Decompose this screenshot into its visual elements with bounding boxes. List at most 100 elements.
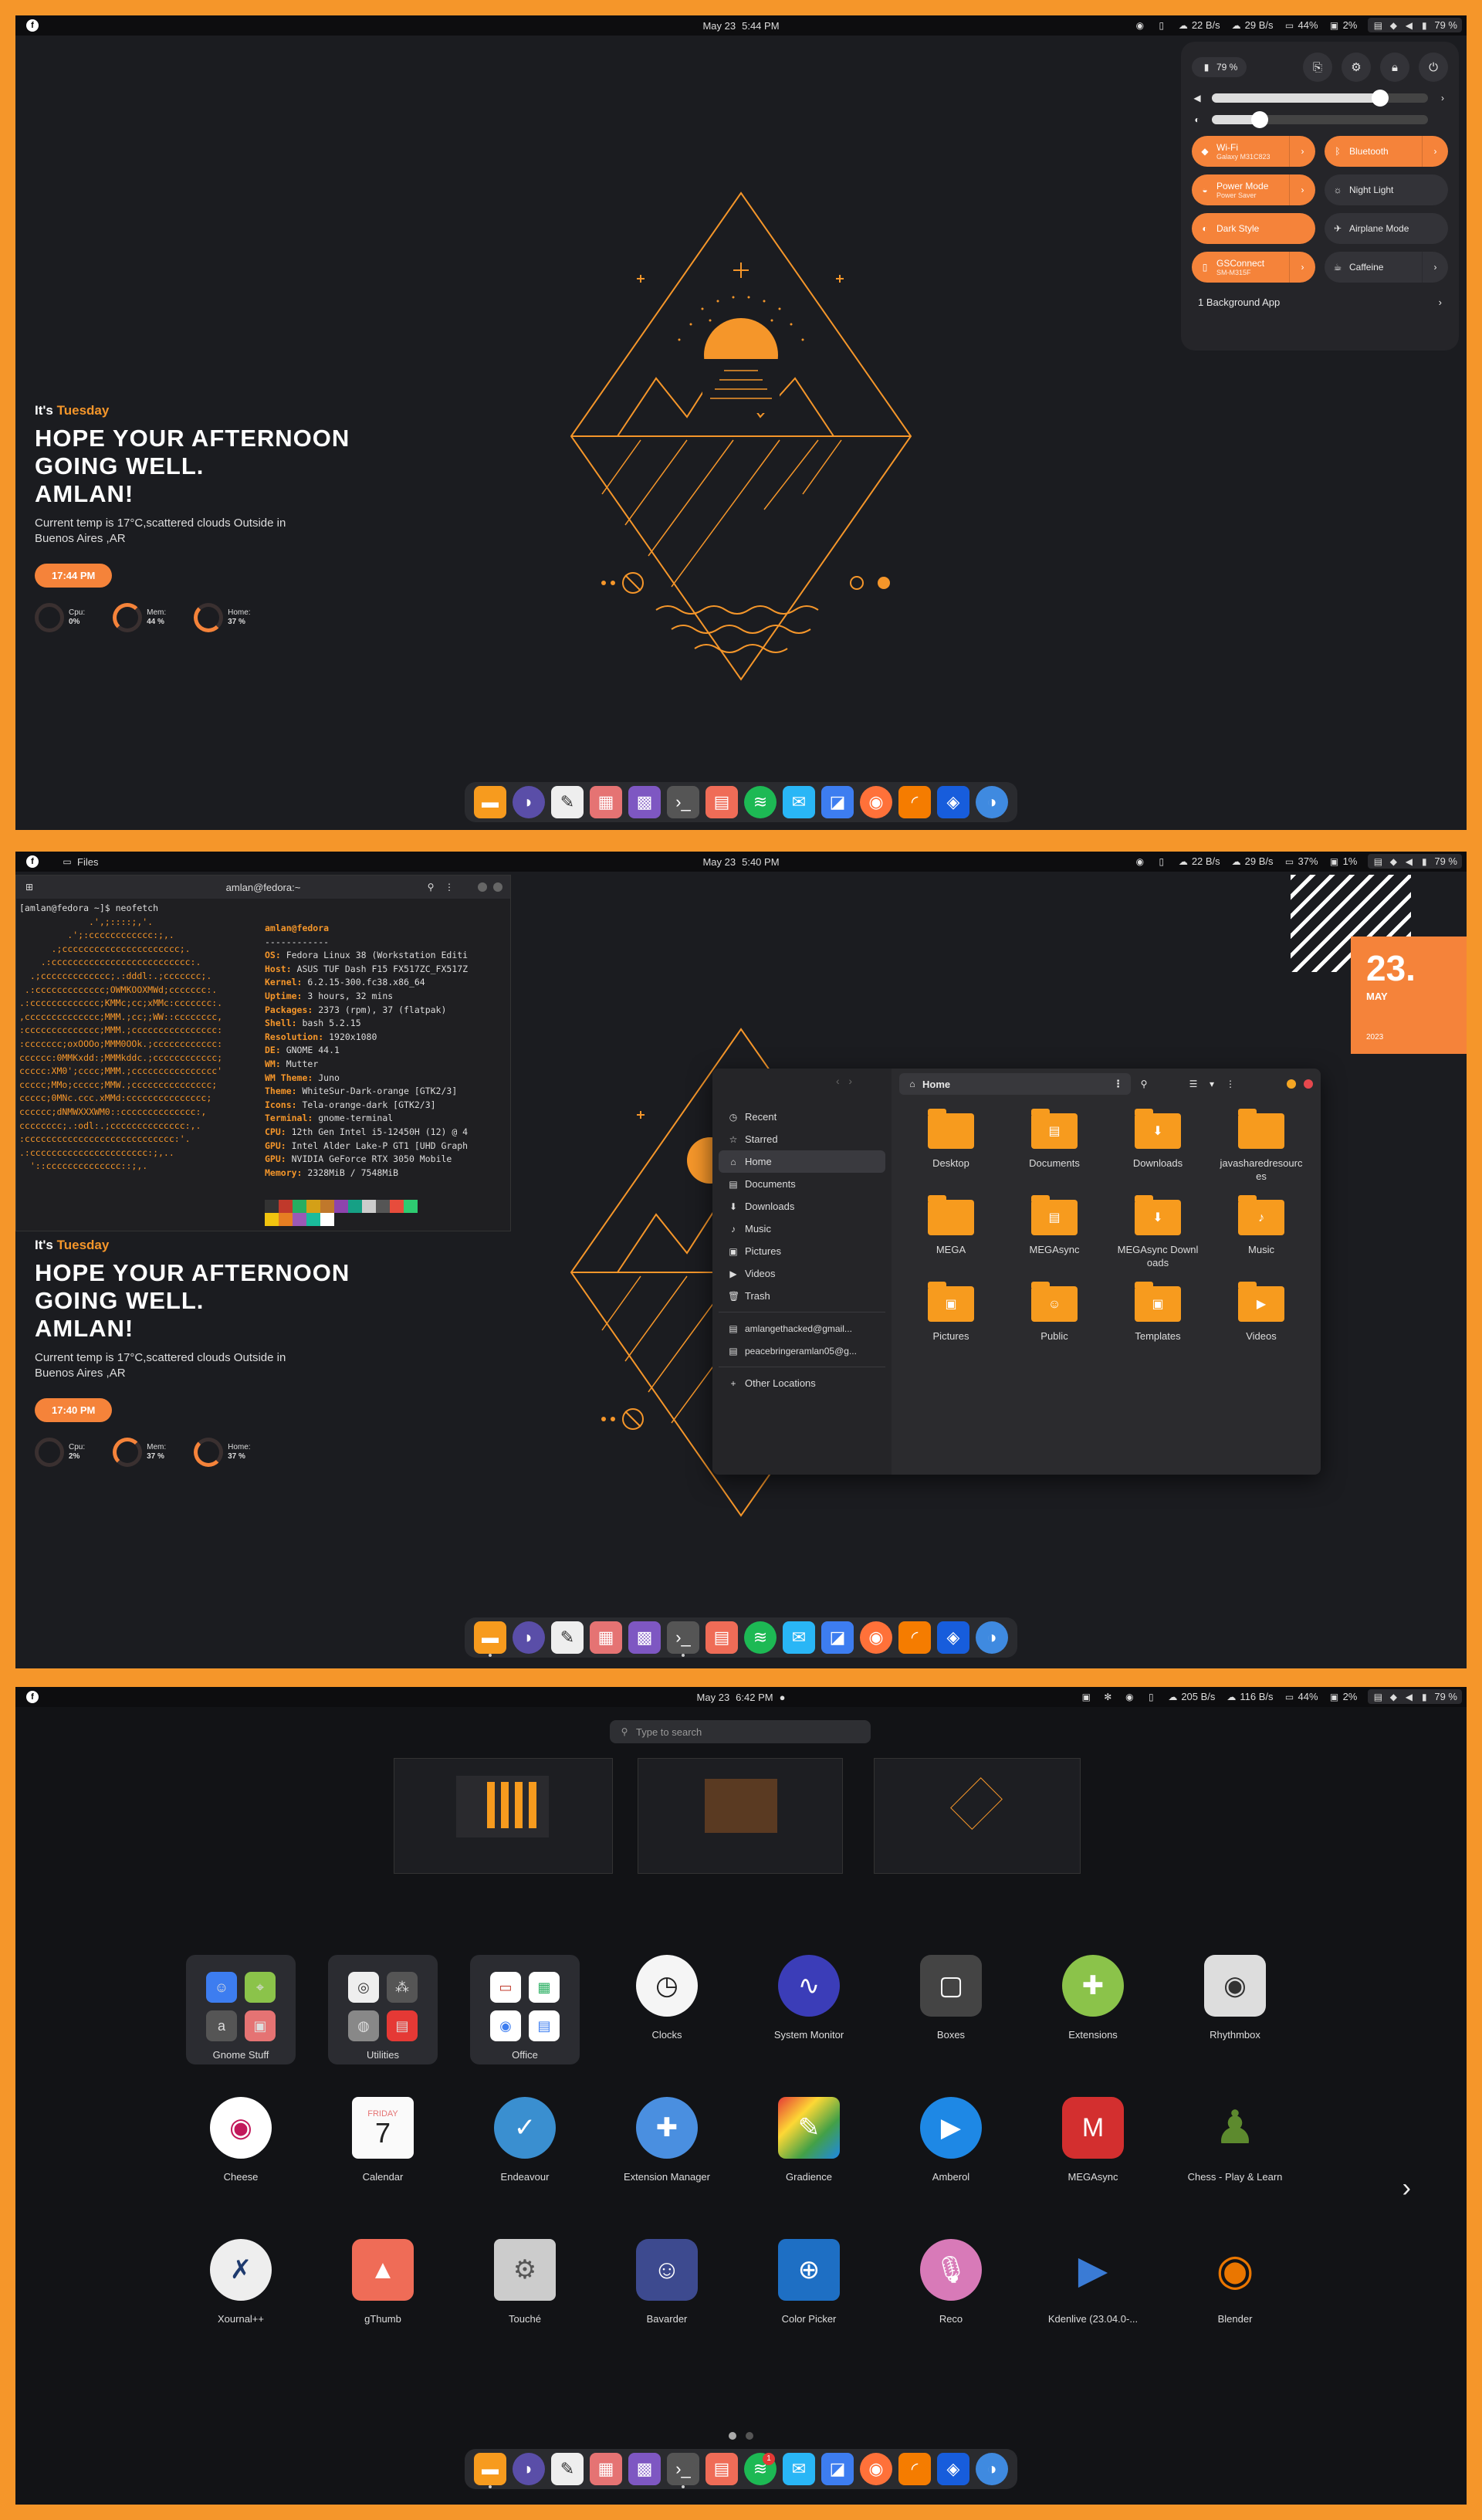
app-extension-manager[interactable]: ✚ Extension Manager	[596, 2089, 738, 2208]
clipboard-icon[interactable]: ▯	[1145, 1692, 1156, 1702]
folder-item[interactable]: ▤ Documents	[1003, 1109, 1106, 1183]
office-icon[interactable]: ▦	[590, 786, 622, 818]
sidebar-item-music[interactable]: ♪ Music	[719, 1218, 885, 1240]
workspace-thumbnail-3[interactable]	[874, 1758, 1081, 1874]
tor-browser-icon[interactable]: ◗	[513, 786, 545, 818]
volume-slider[interactable]: ◀ ›	[1192, 90, 1448, 107]
minimize-button[interactable]	[478, 882, 487, 892]
rss-icon[interactable]: ◜	[898, 786, 931, 818]
screenshot-button[interactable]: ⎘	[1303, 52, 1332, 82]
app-calendar[interactable]: FRIDAY 7 Calendar	[312, 2089, 454, 2208]
sidebar-item-trash[interactable]: 🗑︎ Trash	[719, 1285, 885, 1307]
app-reco[interactable]: 🎙︎ Reco	[880, 2231, 1022, 2350]
app-bavarder[interactable]: ☺ Bavarder	[596, 2231, 738, 2350]
network-icon[interactable]: ✻	[1102, 1692, 1113, 1702]
minimize-button[interactable]	[1287, 1079, 1296, 1089]
folder-item[interactable]: ⬇ Downloads	[1106, 1109, 1210, 1183]
sidebar-item-recent[interactable]: ◷ Recent	[719, 1106, 885, 1128]
mail-icon[interactable]: ✉	[783, 1621, 815, 1654]
sidebar-item-downloads[interactable]: ⬇ Downloads	[719, 1195, 885, 1218]
search-input[interactable]: ⚲ Type to search	[610, 1720, 871, 1743]
rss-icon[interactable]: ◜	[898, 2453, 931, 2485]
text-editor-icon[interactable]: ✎	[551, 1621, 584, 1654]
notes-icon[interactable]: ▤	[705, 1621, 738, 1654]
app-clocks[interactable]: ◷ Clocks	[596, 1947, 738, 2066]
notes-icon[interactable]: ▤	[705, 2453, 738, 2485]
terminal-window[interactable]: ⊞ amlan@fedora:~ ⚲ ⋮ [amlan@fedora ~]$ n…	[15, 875, 511, 1231]
system-status[interactable]: ▤ ◆ ◀ ▮ 79 %	[1368, 854, 1462, 869]
app-chess[interactable]: ♟ Chess - Play & Learn	[1164, 2089, 1306, 2208]
folder-item[interactable]: ⬇ MEGAsync Downloads	[1106, 1195, 1210, 1269]
terminal-icon[interactable]: ›_	[667, 786, 699, 818]
mailspring-icon[interactable]: ◪	[821, 1621, 854, 1654]
fedora-logo-icon[interactable]: f	[26, 19, 39, 32]
firefox-icon[interactable]: ◉	[860, 2453, 892, 2485]
app-kdenlive[interactable]: ▶ Kdenlive (23.04.0-...	[1022, 2231, 1164, 2350]
folder-item[interactable]: ▣ Pictures	[899, 1282, 1003, 1343]
fedora-logo-icon[interactable]: f	[26, 855, 39, 868]
spotify-icon[interactable]: ≋ 1	[744, 2453, 777, 2485]
text-editor-icon[interactable]: ✎	[551, 2453, 584, 2485]
volume-knob[interactable]	[1372, 90, 1389, 107]
tor-browser-icon[interactable]: ◗	[513, 2453, 545, 2485]
workspace-thumbnail-2[interactable]	[638, 1758, 843, 1874]
airplane-mode-toggle[interactable]: ✈ Airplane Mode	[1325, 213, 1448, 244]
lock-icon[interactable]: 🔒︎	[1380, 52, 1409, 82]
bitwarden-icon[interactable]: ◈	[937, 1621, 969, 1654]
screen-recorder-icon[interactable]: ▣	[1081, 1692, 1091, 1702]
toggle-icon[interactable]: ◑	[976, 786, 1008, 818]
app-color-picker[interactable]: ⊕ Color Picker	[738, 2231, 880, 2350]
chevron-right-icon[interactable]: ›	[1422, 252, 1448, 283]
spotify-icon[interactable]: ≋	[744, 1621, 777, 1654]
firefox-icon[interactable]: ◉	[860, 1621, 892, 1654]
search-icon[interactable]: ⚲	[1139, 1079, 1149, 1089]
page-dot[interactable]	[746, 2432, 753, 2440]
system-status[interactable]: ▤ ◆ ◀ ▮ 79 %	[1368, 18, 1462, 32]
path-bar[interactable]: ⌂ Home ⋮	[899, 1073, 1131, 1095]
discord-icon[interactable]: ◉	[1135, 856, 1145, 867]
folder-item[interactable]: javasharedresources	[1210, 1109, 1313, 1183]
app-megasync[interactable]: M MEGAsync	[1022, 2089, 1164, 2208]
discord-icon[interactable]: ◉	[1135, 20, 1145, 31]
chevron-right-icon[interactable]: ›	[1289, 174, 1315, 205]
screenshot-tool-icon[interactable]: ▩	[628, 786, 661, 818]
files-window[interactable]: ‹ › ◷ Recent ☆ Starred ⌂ Home ▤ Documents ⬇ Downl…	[712, 1069, 1321, 1475]
sidebar-item-documents[interactable]: ▤ Documents	[719, 1173, 885, 1195]
spotify-icon[interactable]: ≋	[744, 786, 777, 818]
app-xournal[interactable]: ✗ Xournal++	[170, 2231, 312, 2350]
system-status[interactable]: ▤ ◆ ◀ ▮ 79 %	[1368, 1689, 1462, 1704]
app-gradience[interactable]: ✎ Gradience	[738, 2089, 880, 2208]
text-editor-icon[interactable]: ✎	[551, 786, 584, 818]
sidebar-item-videos[interactable]: ▶ Videos	[719, 1262, 885, 1285]
mailspring-icon[interactable]: ◪	[821, 2453, 854, 2485]
firefox-icon[interactable]: ◉	[860, 786, 892, 818]
bitwarden-icon[interactable]: ◈	[937, 786, 969, 818]
sidebar-item-home[interactable]: ⌂ Home	[719, 1150, 885, 1173]
wifi-toggle[interactable]: ◆ Wi-Fi Galaxy M31C823 ›	[1192, 136, 1315, 167]
sidebar-item-pictures[interactable]: ▣ Pictures	[719, 1240, 885, 1262]
files-icon[interactable]: ▬	[474, 2453, 506, 2488]
bluetooth-toggle[interactable]: ᛒ Bluetooth ›	[1325, 136, 1448, 167]
app-endeavour[interactable]: ✓ Endeavour	[454, 2089, 596, 2208]
office-icon[interactable]: ▦	[590, 1621, 622, 1654]
brightness-slider[interactable]: ◐	[1192, 111, 1448, 128]
sidebar-item-account[interactable]: ▤ amlangethacked@gmail...	[719, 1317, 885, 1340]
menu-icon[interactable]: ⋮	[1225, 1079, 1236, 1089]
app-touche[interactable]: ⚙ Touché	[454, 2231, 596, 2350]
app-amberol[interactable]: ▶ Amberol	[880, 2089, 1022, 2208]
caffeine-toggle[interactable]: ☕︎ Caffeine ›	[1325, 252, 1448, 283]
volume-track[interactable]	[1212, 90, 1428, 107]
settings-gear-icon[interactable]: ⚙	[1342, 52, 1371, 82]
new-tab-icon[interactable]: ⊞	[24, 882, 35, 892]
fedora-logo-icon[interactable]: f	[26, 1691, 39, 1703]
clock[interactable]: May 23 5:44 PM	[699, 20, 782, 32]
close-button[interactable]	[493, 882, 502, 892]
terminal-header[interactable]: ⊞ amlan@fedora:~ ⚲ ⋮	[16, 876, 510, 899]
folder-item[interactable]: ▶ Videos	[1210, 1282, 1313, 1343]
sidebar-item-account[interactable]: ▤ peacebringeramlan05@g...	[719, 1340, 885, 1362]
screenshot-tool-icon[interactable]: ▩	[628, 1621, 661, 1654]
folder-item[interactable]: ☺ Public	[1003, 1282, 1106, 1343]
chevron-right-icon[interactable]: ›	[1437, 93, 1448, 103]
folder-gnome-stuff[interactable]: ☺ ⌖ a ▣ Gnome Stuff	[170, 1947, 312, 2066]
app-rhythmbox[interactable]: ◉ Rhythmbox	[1164, 1947, 1306, 2066]
